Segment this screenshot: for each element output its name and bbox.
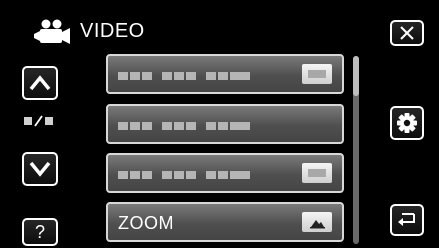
chevron-up-icon	[29, 75, 51, 91]
scroll-up-button[interactable]	[22, 66, 58, 100]
page-indicator-icon	[22, 113, 58, 129]
close-icon	[400, 26, 414, 40]
help-button[interactable]: ?	[22, 218, 58, 246]
menu-item-label: ZOOM	[118, 213, 174, 233]
video-camera-icon	[32, 18, 72, 48]
menu-item-label-placeholder	[118, 119, 250, 131]
setting-value-icon	[302, 163, 332, 183]
chevron-down-icon	[29, 161, 51, 177]
gear-icon	[397, 113, 417, 133]
back-button[interactable]	[390, 204, 424, 236]
menu-item-label-placeholder	[118, 168, 250, 180]
close-button[interactable]	[390, 20, 424, 46]
setting-value-icon	[302, 64, 332, 84]
page-title: VIDEO	[80, 20, 145, 42]
menu-item-label-placeholder	[118, 69, 250, 81]
menu-item[interactable]	[106, 104, 344, 144]
scrollbar-thumb[interactable]	[353, 56, 359, 96]
return-icon	[398, 213, 415, 226]
scroll-down-button[interactable]	[22, 152, 58, 186]
zoom-mountain-icon	[302, 212, 332, 232]
settings-button[interactable]	[390, 106, 424, 140]
help-label: ?	[34, 221, 45, 242]
menu-item-zoom[interactable]: ZOOM	[106, 202, 344, 242]
menu-item[interactable]	[106, 153, 344, 193]
menu-item[interactable]	[106, 54, 344, 94]
